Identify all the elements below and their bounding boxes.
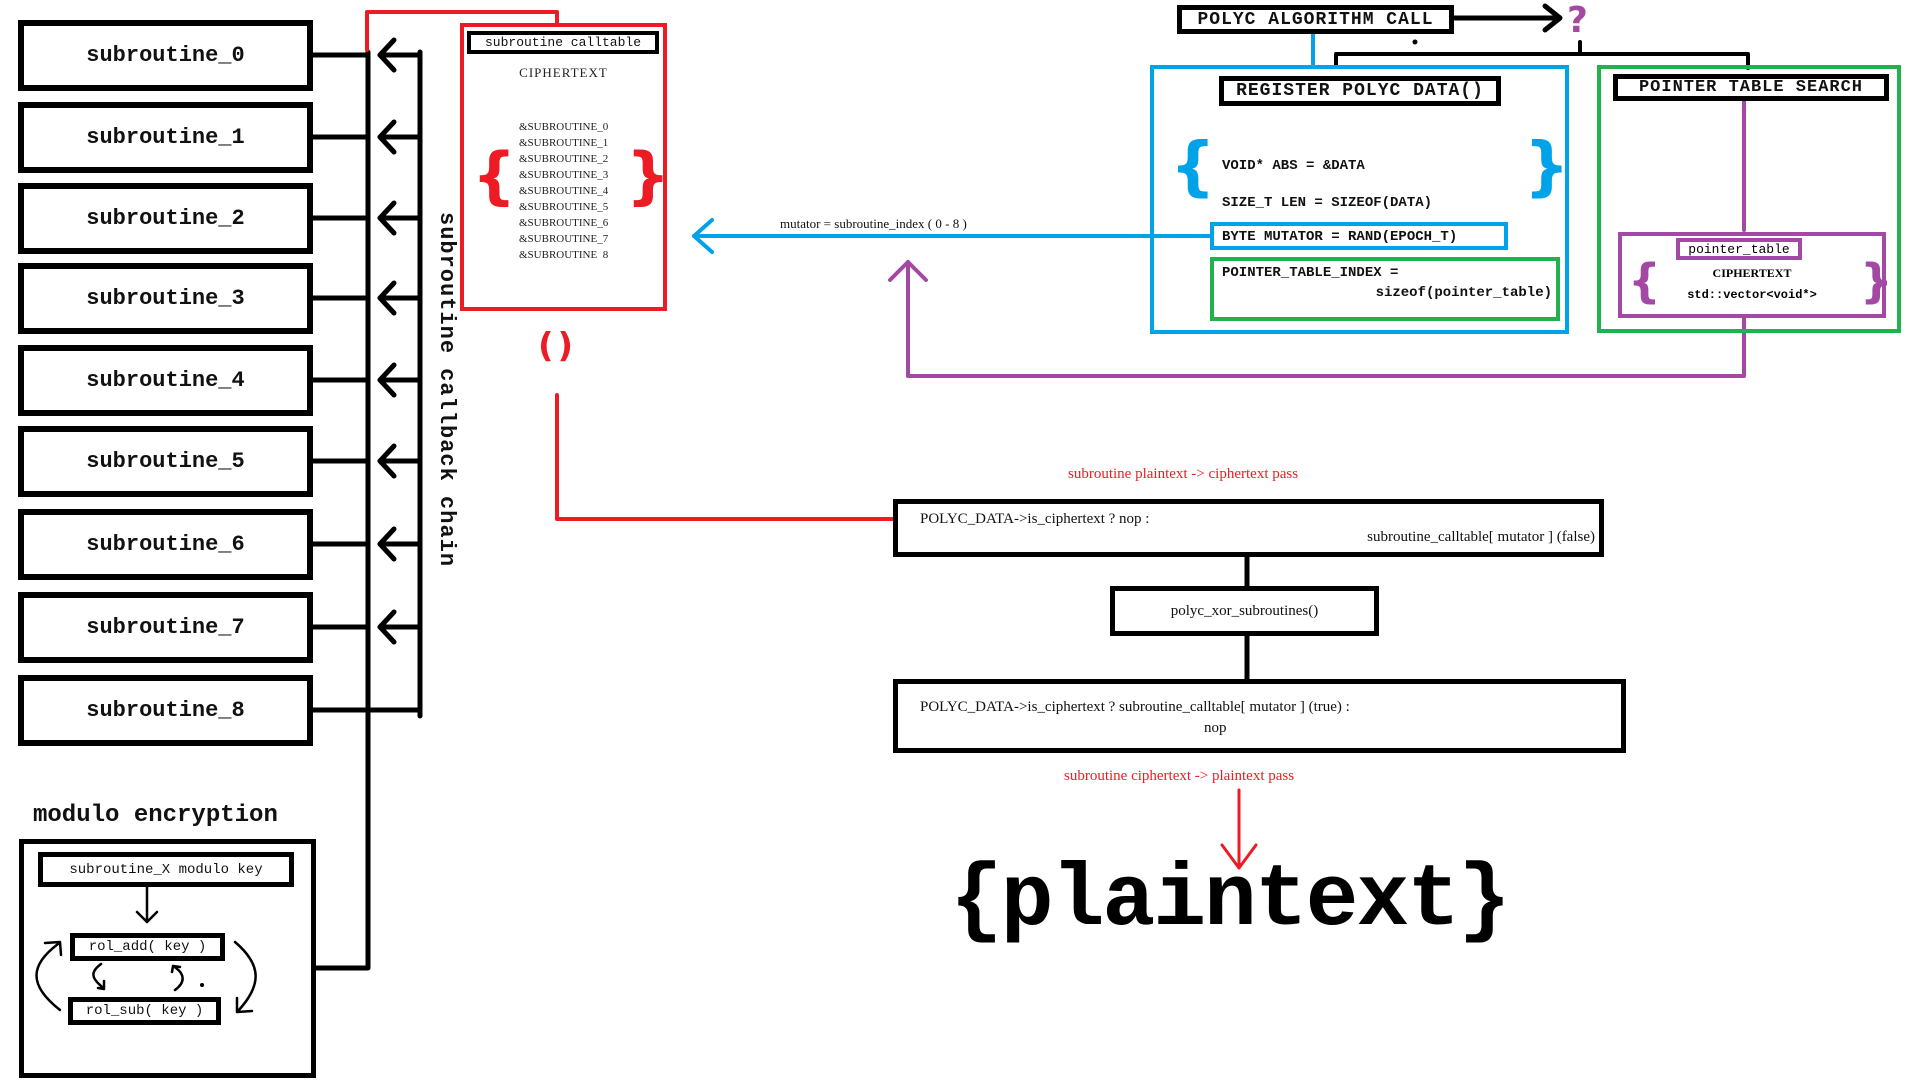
subroutine-label: subroutine_3	[86, 286, 245, 311]
calltable-box[interactable]: subroutine calltable CIPHERTEXT { } &SUB…	[460, 23, 671, 311]
pointer-table-box: pointer_table { } CIPHERTEXT std::vector…	[1618, 232, 1893, 318]
subroutine-label: subroutine_8	[86, 698, 245, 723]
pointer-search-title: POINTER TABLE SEARCH	[1613, 74, 1889, 101]
flow-step-decrypt-line2: nop	[1204, 720, 1227, 736]
flow-step-decrypt[interactable]: POLYC_DATA->is_ciphertext ? subroutine_c…	[893, 679, 1626, 753]
subroutine-box[interactable]: subroutine_1	[18, 102, 313, 173]
parens-flow-line	[555, 393, 895, 521]
callback-arrow	[377, 443, 423, 479]
callback-arrow	[377, 200, 423, 236]
pointer-index-line2: sizeof(pointer_table)	[1375, 285, 1552, 301]
subroutine-box[interactable]: subroutine_7	[18, 592, 313, 663]
register-line-abs: VOID* ABS = &DATA	[1222, 158, 1365, 174]
unknown-icon: ?	[1567, 0, 1588, 41]
pointer-table-state: CIPHERTEXT	[1712, 266, 1792, 280]
subroutine-label: subroutine_0	[86, 43, 245, 68]
flow-step-encrypt-line1: POLYC_DATA->is_ciphertext ? nop :	[920, 511, 1150, 527]
calltable-entry: &SUBROUTINE_3	[519, 169, 609, 181]
subroutine-label: subroutine_1	[86, 125, 245, 150]
subroutine-box[interactable]: subroutine_3	[18, 263, 313, 334]
polyc-unknown-arrow	[1450, 3, 1563, 33]
calltable-state: CIPHERTEXT	[519, 65, 608, 80]
calltable-title: subroutine calltable	[467, 31, 659, 54]
callback-arrow	[377, 119, 423, 155]
callback-arrow	[377, 280, 423, 316]
subroutine-box[interactable]: subroutine_2	[18, 183, 313, 254]
pointer-index-line1: POINTER_TABLE_INDEX =	[1222, 265, 1399, 281]
flow-step-encrypt-line2: subroutine_calltable[ mutator ] (false)	[1367, 529, 1595, 545]
callback-chain-label: subroutine callback chain	[434, 212, 459, 568]
subroutine-label: subroutine_5	[86, 449, 245, 474]
subroutine-label: subroutine_4	[86, 368, 245, 393]
calltable-entries: &SUBROUTINE_0 &SUBROUTINE_1 &SUBROUTINE_2 &…	[519, 119, 619, 259]
flow-step-xor[interactable]: polyc_xor_subroutines()	[1110, 586, 1379, 636]
calltable-entry: &SUBROUTINE_2	[519, 153, 609, 165]
pointer-table-title: pointer_table	[1676, 238, 1802, 260]
pointer-table-type: std::vector<void*>	[1687, 288, 1817, 302]
callback-trunk-line	[312, 49, 371, 971]
decrypt-pass-label: subroutine ciphertext -> plaintext pass	[1064, 768, 1295, 784]
modulo-title: modulo encryption	[33, 802, 278, 829]
calltable-entry: &SUBROUTINE_7	[519, 233, 609, 245]
callback-arrow	[377, 362, 423, 398]
mutator-label: mutator = subroutine_index ( 0 - 8 )	[780, 216, 967, 231]
subroutine-box[interactable]: subroutine_8	[18, 675, 313, 746]
subroutine-label: subroutine_6	[86, 532, 245, 557]
subroutine-box[interactable]: subroutine_5	[18, 426, 313, 497]
calltable-entry: &SUBROUTINE_0	[519, 121, 609, 133]
plaintext-result: {plaintext}	[950, 852, 1511, 951]
encrypt-pass-label: subroutine plaintext -> ciphertext pass	[1068, 466, 1299, 482]
callback-arrow	[377, 609, 423, 645]
register-close-brace: }	[1524, 130, 1570, 204]
modulo-key-box: subroutine_X modulo key	[38, 852, 294, 887]
flow-step-decrypt-line1: POLYC_DATA->is_ciphertext ? subroutine_c…	[920, 699, 1350, 715]
register-open-brace: {	[1170, 130, 1216, 204]
calltable-entry: &SUBROUTINE_6	[519, 217, 609, 229]
calltable-entry: &SUBROUTINE_1	[519, 137, 609, 149]
subroutine-label: subroutine_7	[86, 615, 245, 640]
callback-arrow	[377, 37, 423, 73]
modulo-box: subroutine_X modulo key rol_add( key ) r…	[19, 839, 316, 1078]
calltable-entry: &SUBROUTINE_5	[519, 201, 609, 213]
calltable-close-brace: }	[626, 139, 671, 212]
subroutine-box[interactable]: subroutine_6	[18, 509, 313, 580]
calltable-entry: &SUBROUTINE_4	[519, 185, 609, 197]
rol-add-box[interactable]: rol_add( key )	[70, 933, 225, 961]
pointer-index-box: POINTER_TABLE_INDEX = sizeof(pointer_tab…	[1210, 257, 1560, 321]
calltable-open-brace: {	[472, 139, 517, 212]
subroutine-label: subroutine_2	[86, 206, 245, 231]
register-polyc-box[interactable]: REGISTER POLYC DATA() { } VOID* ABS = &D…	[1150, 65, 1570, 334]
rol-sub-box[interactable]: rol_sub( key )	[68, 997, 221, 1025]
flow-step-encrypt[interactable]: POLYC_DATA->is_ciphertext ? nop : subrou…	[893, 499, 1604, 557]
register-mutator: BYTE MUTATOR = RAND(EPOCH_T)	[1210, 222, 1508, 250]
subroutine-box[interactable]: subroutine_4	[18, 345, 313, 416]
subroutine-box[interactable]: subroutine_0	[18, 20, 313, 91]
call-parens: ()	[538, 326, 578, 366]
polyc-call-title[interactable]: POLYC ALGORITHM CALL	[1177, 5, 1454, 34]
register-line-len: SIZE_T LEN = SIZEOF(DATA)	[1222, 195, 1433, 211]
register-polyc-title: REGISTER POLYC DATA()	[1219, 76, 1501, 106]
dot	[1412, 39, 1418, 45]
pointer-search-box[interactable]: POINTER TABLE SEARCH pointer_table { } C…	[1597, 65, 1901, 333]
callback-arrow	[377, 526, 423, 562]
calltable-entry: &SUBROUTINE_8	[519, 249, 609, 259]
